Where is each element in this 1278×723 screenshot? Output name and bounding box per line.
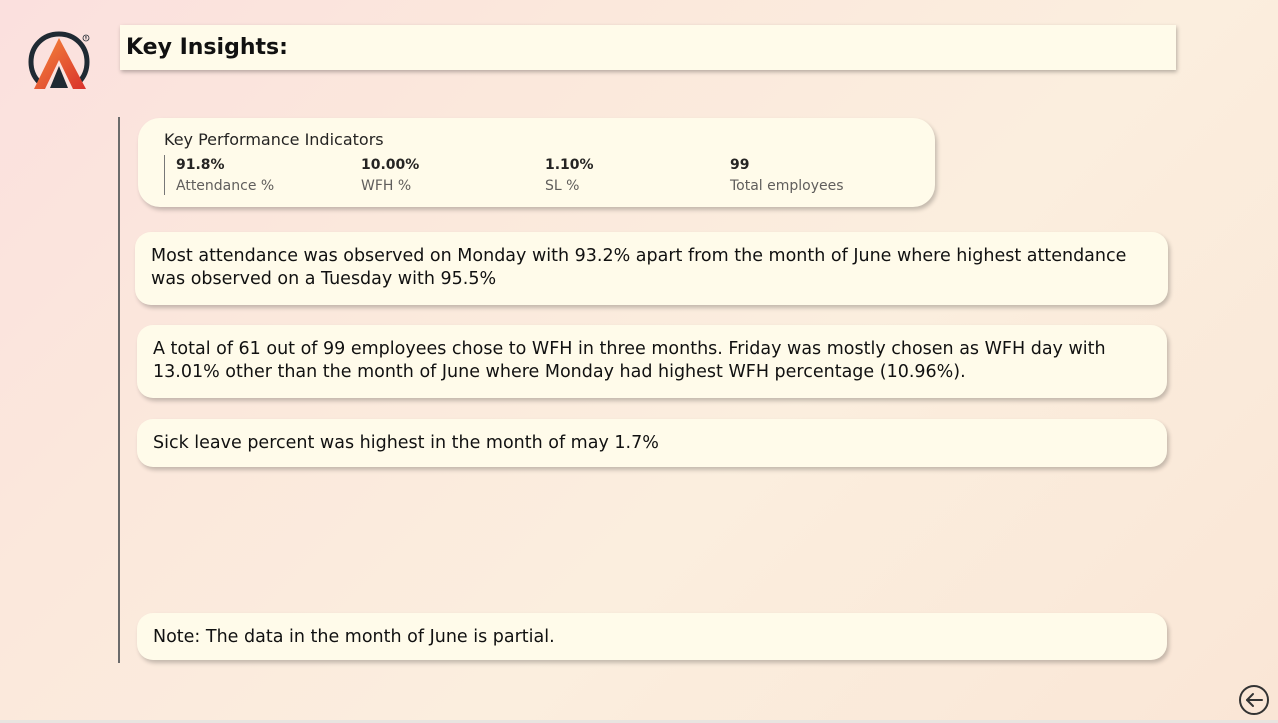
kpi-total-employees: 99 Total employees [730, 156, 844, 195]
kpi-value: 91.8% [176, 157, 225, 173]
section-divider [118, 117, 120, 663]
kpi-label: SL % [545, 178, 580, 194]
kpi-wfh: 10.00% WFH % [361, 156, 419, 195]
insight-wfh-card: A total of 61 out of 99 employees chose … [137, 325, 1167, 398]
kpi-heading: Key Performance Indicators [164, 130, 384, 149]
insight-sick-leave-card: Sick leave percent was highest in the mo… [137, 419, 1167, 467]
kpi-label: WFH % [361, 178, 412, 194]
kpi-attendance: 91.8% Attendance % [176, 156, 274, 195]
kpi-card: Key Performance Indicators 91.8% Attenda… [138, 118, 935, 207]
note-card: Note: The data in the month of June is p… [137, 613, 1167, 660]
page-title-bar: Key Insights: [120, 25, 1176, 70]
kpi-divider [164, 155, 165, 195]
insight-attendance-card: Most attendance was observed on Monday w… [135, 232, 1168, 305]
kpi-label: Total employees [730, 178, 844, 194]
kpi-value: 10.00% [361, 157, 420, 173]
page-title: Key Insights: [126, 35, 288, 60]
back-arrow-icon[interactable] [1238, 684, 1270, 716]
brand-logo-icon: R [28, 30, 92, 92]
svg-text:R: R [85, 36, 88, 41]
kpi-value: 1.10% [545, 157, 594, 173]
kpi-label: Attendance % [176, 178, 275, 194]
kpi-sick-leave: 1.10% SL % [545, 156, 594, 195]
kpi-value: 99 [730, 157, 750, 173]
